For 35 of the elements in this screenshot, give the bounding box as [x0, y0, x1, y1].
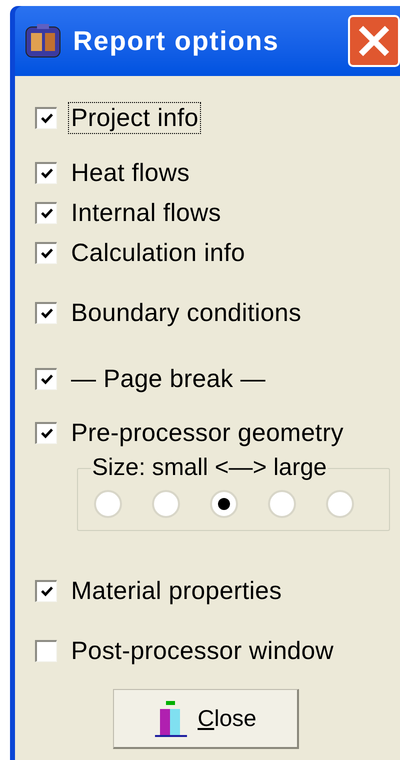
- check-icon: [40, 208, 52, 219]
- checkbox-label[interactable]: Pre-processor geometry: [69, 418, 346, 448]
- checkbox-label[interactable]: — Page break —: [69, 364, 268, 394]
- checkbox[interactable]: [35, 242, 57, 264]
- door-icon: [154, 700, 188, 738]
- close-icon[interactable]: [348, 15, 400, 67]
- close-button[interactable]: Close: [112, 689, 298, 749]
- checkbox[interactable]: [35, 202, 57, 224]
- checkbox-label[interactable]: Material properties: [69, 576, 284, 606]
- checkbox[interactable]: [35, 580, 57, 602]
- radio-button[interactable]: [210, 490, 238, 518]
- check-icon: [40, 374, 52, 385]
- checkbox[interactable]: [35, 640, 57, 662]
- check-icon: [40, 586, 52, 597]
- checkbox-label[interactable]: Project info: [69, 103, 200, 133]
- checkbox-label[interactable]: Boundary conditions: [69, 298, 304, 328]
- checkbox[interactable]: [35, 107, 57, 129]
- checkbox[interactable]: [35, 302, 57, 324]
- radio-button[interactable]: [152, 490, 180, 518]
- checkbox-label[interactable]: Internal flows: [69, 198, 224, 228]
- checkbox[interactable]: [35, 368, 57, 390]
- radio-button[interactable]: [268, 490, 296, 518]
- check-icon: [40, 428, 52, 439]
- checkbox[interactable]: [35, 422, 57, 444]
- radio-button[interactable]: [94, 490, 122, 518]
- check-icon: [40, 113, 52, 124]
- checkbox[interactable]: [35, 162, 57, 184]
- check-icon: [40, 248, 52, 259]
- checkbox-label[interactable]: Calculation info: [69, 238, 248, 268]
- checkbox-label[interactable]: Post-processor window: [69, 636, 336, 666]
- check-icon: [40, 308, 52, 319]
- check-icon: [40, 168, 52, 179]
- radio-button[interactable]: [326, 490, 354, 518]
- window-title: Report options: [73, 24, 279, 58]
- checkbox-label[interactable]: Heat flows: [69, 158, 192, 188]
